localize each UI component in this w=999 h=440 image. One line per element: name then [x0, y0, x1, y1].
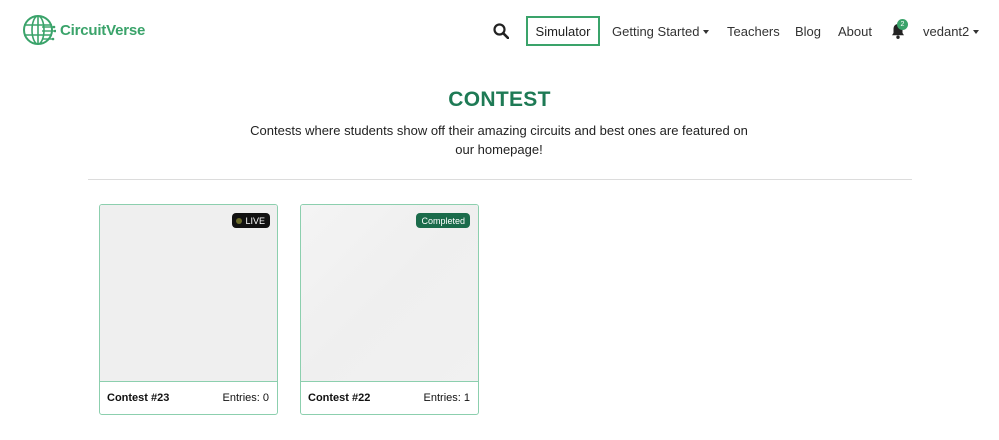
contest-title: Contest #22 — [308, 392, 371, 404]
nav-blog[interactable]: Blog — [795, 24, 821, 39]
user-menu[interactable]: vedant2 — [923, 24, 980, 39]
page-description: Contests where students show off their a… — [250, 123, 748, 157]
contest-thumbnail — [100, 205, 277, 381]
nav-getting-started-label: Getting Started — [612, 24, 700, 39]
live-badge-label: LIVE — [245, 215, 265, 226]
nav-teachers[interactable]: Teachers — [727, 24, 780, 39]
logo-icon — [23, 15, 56, 45]
nav-getting-started[interactable]: Getting Started — [612, 24, 710, 39]
caret-down-icon — [703, 30, 710, 34]
contest-card[interactable]: LIVE Contest #23 Entries: 0 — [99, 204, 278, 415]
brand-link[interactable]: CircuitVerse — [20, 12, 145, 48]
search-icon — [493, 23, 509, 39]
live-dot-icon — [236, 217, 243, 224]
notification-badge: 2 — [897, 19, 908, 30]
contest-entries: Entries: 0 — [222, 392, 269, 404]
contest-entries: Entries: 1 — [423, 392, 470, 404]
page-title: CONTEST — [448, 88, 551, 111]
contest-card-footer: Contest #22 Entries: 1 — [301, 381, 478, 414]
divider — [88, 179, 912, 180]
brand-name: CircuitVerse — [60, 21, 146, 39]
simulator-button[interactable]: Simulator — [526, 16, 600, 46]
completed-badge: Completed — [416, 213, 470, 228]
live-badge: LIVE — [232, 213, 270, 228]
contest-card[interactable]: Completed Contest #22 Entries: 1 — [300, 204, 479, 415]
caret-down-icon — [973, 30, 980, 34]
contest-title: Contest #23 — [107, 392, 170, 404]
nav-about[interactable]: About — [838, 24, 872, 39]
search-button[interactable] — [490, 20, 512, 42]
contest-card-footer: Contest #23 Entries: 0 — [100, 381, 277, 414]
user-name: vedant2 — [923, 24, 970, 39]
navbar: CircuitVerse Simulator Getting Started T… — [0, 0, 999, 64]
contest-thumbnail — [301, 205, 478, 381]
